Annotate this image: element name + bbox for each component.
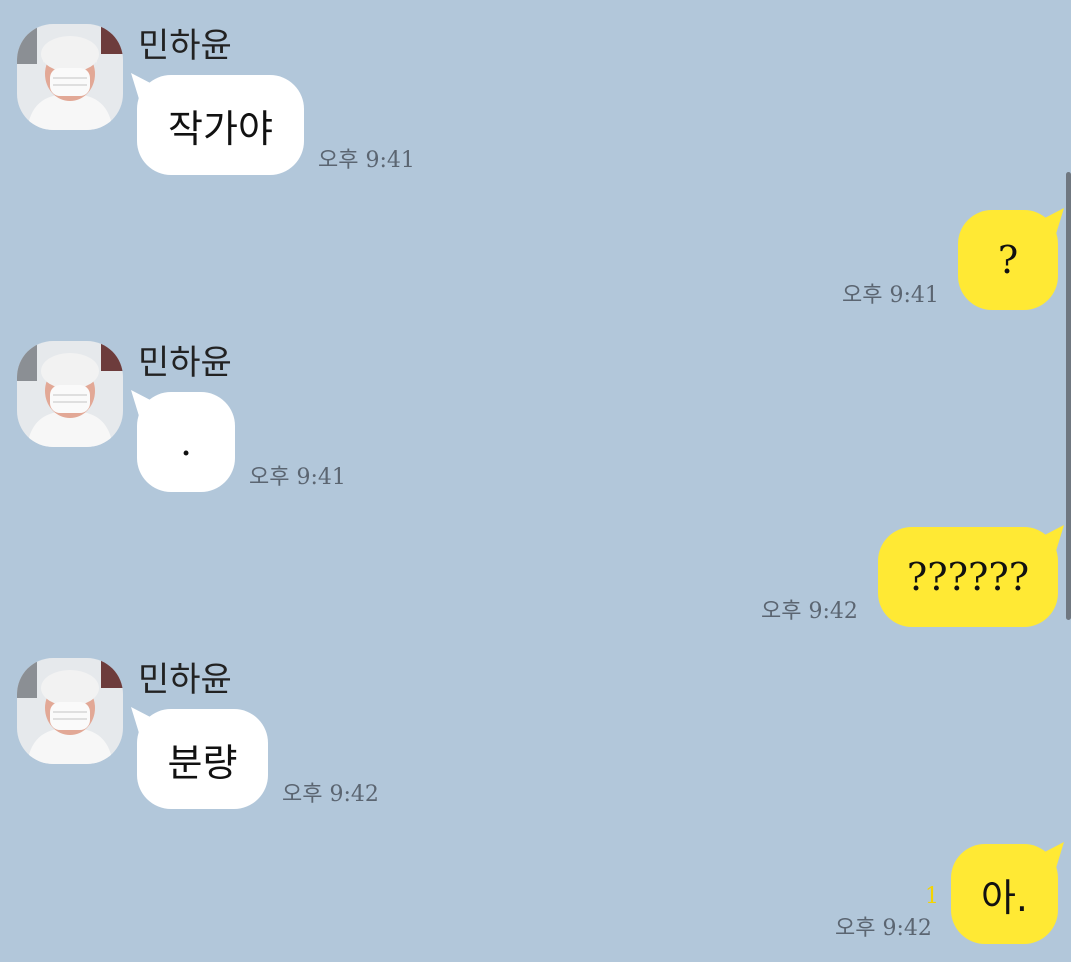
message-text: 분량 — [167, 740, 238, 785]
message-bubble[interactable]: 작가야 — [137, 75, 304, 175]
message-text: ? — [997, 238, 1019, 282]
profile-photo-icon — [17, 341, 123, 447]
message-time: 오후 9:41 — [842, 283, 939, 308]
sender-name: 민하윤 — [138, 660, 232, 700]
sender-name: 민하윤 — [138, 26, 232, 66]
message-text: 아. — [980, 875, 1029, 920]
message-text: ?????? — [906, 555, 1030, 599]
sender-avatar[interactable] — [17, 341, 123, 447]
message-bubble[interactable]: 분량 — [137, 709, 268, 809]
message-bubble[interactable]: ?????? — [878, 527, 1058, 627]
message-time: 오후 9:42 — [282, 782, 379, 807]
profile-photo-icon — [17, 24, 123, 130]
message-bubble[interactable]: . — [137, 392, 235, 492]
message-bubble[interactable]: 아. — [951, 844, 1058, 944]
message-time: 오후 9:41 — [318, 148, 415, 173]
message-time: 오후 9:41 — [249, 465, 346, 490]
message-text: 작가야 — [168, 106, 273, 151]
message-time: 오후 9:42 — [761, 599, 858, 624]
message-time: 오후 9:42 — [835, 916, 932, 941]
sender-name: 민하윤 — [138, 343, 232, 383]
profile-photo-icon — [17, 658, 123, 764]
unread-count-badge: 1 — [925, 884, 939, 909]
scrollbar-thumb[interactable] — [1066, 172, 1071, 620]
chat-area[interactable]: 민하윤 작가야 오후 9:41 ? 오후 9:41 민하윤 . 오후 9:41 … — [0, 0, 1071, 962]
message-bubble[interactable]: ? — [958, 210, 1058, 310]
sender-avatar[interactable] — [17, 24, 123, 130]
sender-avatar[interactable] — [17, 658, 123, 764]
message-text: . — [179, 420, 193, 464]
